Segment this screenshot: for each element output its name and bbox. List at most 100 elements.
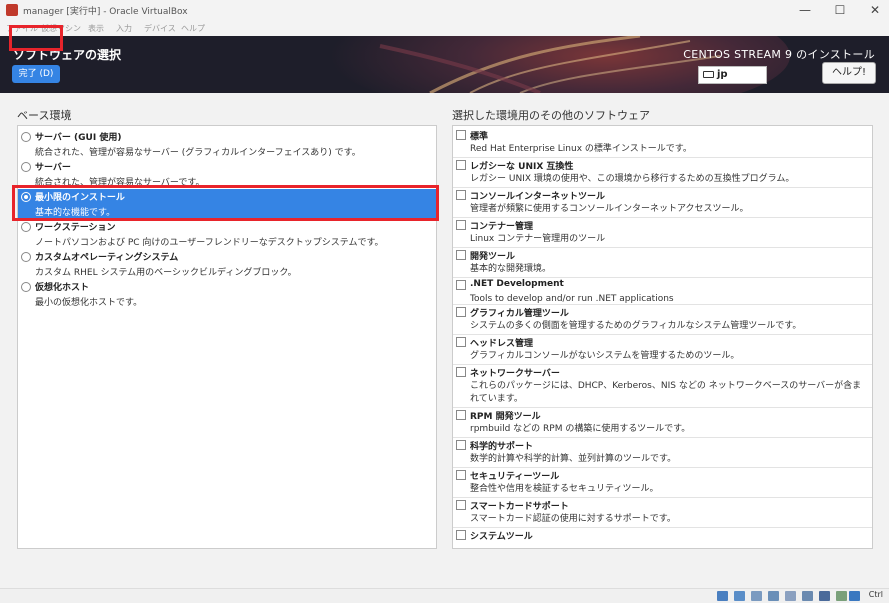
checkbox[interactable]	[456, 440, 466, 450]
env-name: 仮想化ホスト	[35, 283, 90, 293]
radio-button[interactable]	[21, 222, 31, 232]
header-artwork	[0, 36, 889, 93]
mouse-integration-icon	[849, 591, 860, 601]
checkbox[interactable]	[456, 307, 466, 317]
addon-name: コンソールインターネットツール	[470, 192, 606, 202]
close-icon[interactable]: ✕	[861, 0, 889, 21]
keyboard-layout-label: jp	[717, 69, 728, 80]
checkbox[interactable]	[456, 470, 466, 480]
addon-item[interactable]: セキュリティーツール整合性や信用を検証するセキュリティツール。	[453, 468, 872, 498]
checkbox[interactable]	[456, 130, 466, 140]
radio-button[interactable]	[21, 282, 31, 292]
addon-item[interactable]: 科学的サポート数学的計算や科学的計算、並列計算のツールです。	[453, 438, 872, 468]
checkbox[interactable]	[456, 530, 466, 540]
addon-desc: スマートカード認証の使用に対するサポートです。	[470, 514, 676, 524]
env-desc: 最小の仮想化ホストです。	[35, 298, 143, 308]
env-name: サーバー (GUI 使用)	[35, 133, 122, 143]
addon-item[interactable]: ヘッドレス管理グラフィカルコンソールがないシステムを管理するためのツール。	[453, 335, 872, 365]
checkbox[interactable]	[456, 410, 466, 420]
addon-item[interactable]: システムツール	[453, 528, 872, 548]
base-env-item[interactable]: サーバー (GUI 使用) 統合された、管理が容易なサーバー (グラフィカルインタ…	[18, 129, 436, 159]
addon-name: 科学的サポート	[470, 442, 534, 452]
done-button[interactable]: 完了 (D)	[12, 65, 60, 83]
addon-name: グラフィカル管理ツール	[470, 309, 569, 319]
keyboard-layout-indicator[interactable]: jp	[698, 66, 767, 84]
checkbox[interactable]	[456, 250, 466, 260]
menu-view[interactable]: 表示	[88, 23, 104, 34]
addon-item[interactable]: グラフィカル管理ツールシステムの多くの側面を管理するためのグラフィカルなシステム…	[453, 305, 872, 335]
env-name: カスタムオペレーティングシステム	[35, 253, 179, 263]
maximize-icon[interactable]: ☐	[826, 0, 854, 21]
addon-desc: レガシー UNIX 環境の使用や、この環境から移行するための互換性プログラム。	[470, 174, 795, 184]
addon-name: セキュリティーツール	[470, 472, 560, 482]
virtualbox-window: manager [実行中] - Oracle VirtualBox — ☐ ✕ …	[0, 0, 889, 603]
addon-desc: 管理者が頻繁に使用するコンソールインターネットアクセスツール。	[470, 204, 749, 214]
help-button[interactable]: ヘルプ!	[822, 62, 876, 84]
hdd-icon	[717, 591, 728, 601]
base-env-item[interactable]: 仮想化ホスト最小の仮想化ホストです。	[18, 279, 436, 309]
addon-name: .NET Development	[470, 279, 564, 289]
addon-item[interactable]: ネットワークサーバー これらのパッケージには、DHCP、Kerberos、NIS …	[453, 365, 872, 408]
radio-button[interactable]	[21, 252, 31, 262]
optical-drive-icon	[734, 591, 745, 601]
addon-item[interactable]: 開発ツール基本的な開発環境。	[453, 248, 872, 278]
selected-env-highlight	[12, 185, 439, 221]
env-desc: カスタム RHEL システム用のベーシックビルディングブロック。	[35, 268, 297, 278]
addon-desc: Linux コンテナー管理用のツール	[470, 234, 606, 244]
checkbox[interactable]	[456, 280, 466, 290]
host-key-label: Ctrl	[868, 590, 883, 599]
addon-desc: 数学的計算や科学的計算、並列計算のツールです。	[470, 454, 677, 464]
env-desc: 統合された、管理が容易なサーバー (グラフィカルインターフェイスあり) です。	[35, 148, 361, 158]
addon-name: レガシーな UNIX 互換性	[470, 162, 574, 172]
addon-item[interactable]: RPM 開発ツール rpmbuild などの RPM の構築に使用するツールです。	[453, 408, 872, 438]
addon-desc: グラフィカルコンソールがないシステムを管理するためのツール。	[470, 351, 740, 361]
addon-name: ネットワークサーバー	[470, 369, 560, 379]
radio-button[interactable]	[21, 162, 31, 172]
checkbox[interactable]	[456, 500, 466, 510]
addon-desc: 整合性や信用を検証するセキュリティツール。	[470, 484, 659, 494]
menu-help[interactable]: ヘルプ	[181, 23, 205, 34]
radio-button[interactable]	[21, 132, 31, 142]
checkbox[interactable]	[456, 190, 466, 200]
base-env-item[interactable]: カスタムオペレーティングシステムカスタム RHEL システム用のベーシックビルデ…	[18, 249, 436, 279]
addon-name: ヘッドレス管理	[470, 339, 534, 349]
display-icon	[819, 591, 830, 601]
addon-item[interactable]: コンテナー管理 Linux コンテナー管理用のツール	[453, 218, 872, 248]
addon-desc: システムの多くの側面を管理するためのグラフィカルなシステム管理ツールです。	[470, 321, 802, 331]
addon-name: スマートカードサポート	[470, 502, 569, 512]
addons-title: 選択した環境用のその他のソフトウェア	[452, 109, 650, 122]
menu-devices[interactable]: デバイス	[144, 23, 176, 34]
base-env-title: ベース環境	[17, 109, 72, 122]
checkbox[interactable]	[456, 367, 466, 377]
addon-name: コンテナー管理	[470, 222, 534, 232]
checkbox[interactable]	[456, 337, 466, 347]
checkbox[interactable]	[456, 160, 466, 170]
keyboard-icon	[703, 70, 714, 78]
addon-desc: 基本的な開発環境。	[470, 264, 552, 274]
product-title: CENTOS STREAM 9 のインストール	[683, 48, 875, 61]
env-name: サーバー	[35, 163, 71, 173]
menu-bar: ファイル 仮想マシン 表示 入力 デバイス ヘルプ	[0, 21, 889, 36]
env-name: ワークステーション	[35, 223, 116, 233]
minimize-icon[interactable]: —	[791, 0, 819, 21]
anaconda-header: ソフトウェアの選択 完了 (D) CENTOS STREAM 9 のインストール	[0, 36, 889, 93]
addon-item[interactable]: .NET Development Tools to develop and/or …	[453, 278, 872, 305]
menu-input[interactable]: 入力	[116, 23, 132, 34]
usb-icon	[785, 591, 796, 601]
addon-desc: rpmbuild などの RPM の構築に使用するツールです。	[470, 424, 691, 434]
title-bar[interactable]: manager [実行中] - Oracle VirtualBox — ☐ ✕	[0, 0, 889, 21]
addons-list[interactable]: 標準 Red Hat Enterprise Linux の標準インストールです。レ…	[452, 125, 873, 549]
addon-name: RPM 開発ツール	[470, 412, 541, 422]
addon-item[interactable]: コンソールインターネットツール管理者が頻繁に使用するコンソールインターネットアク…	[453, 188, 872, 218]
addon-item[interactable]: 標準 Red Hat Enterprise Linux の標準インストールです。	[453, 128, 872, 158]
window-title: manager [実行中] - Oracle VirtualBox	[23, 7, 188, 17]
virtualbox-icon	[6, 4, 18, 16]
addon-item[interactable]: スマートカードサポートスマートカード認証の使用に対するサポートです。	[453, 498, 872, 528]
vm-status-bar: Ctrl	[0, 588, 889, 603]
addon-item[interactable]: レガシーな UNIX 互換性レガシー UNIX 環境の使用や、この環境から移行す…	[453, 158, 872, 188]
base-env-item[interactable]: ワークステーション ノートパソコンおよび PC 向けのユーザーフレンドリーなデスク…	[18, 219, 436, 249]
software-selection-content: ベース環境 選択した環境用のその他のソフトウェア サーバー (GUI 使用) 統合…	[0, 93, 889, 588]
addon-name: 開発ツール	[470, 252, 516, 262]
audio-icon	[751, 591, 762, 601]
checkbox[interactable]	[456, 220, 466, 230]
